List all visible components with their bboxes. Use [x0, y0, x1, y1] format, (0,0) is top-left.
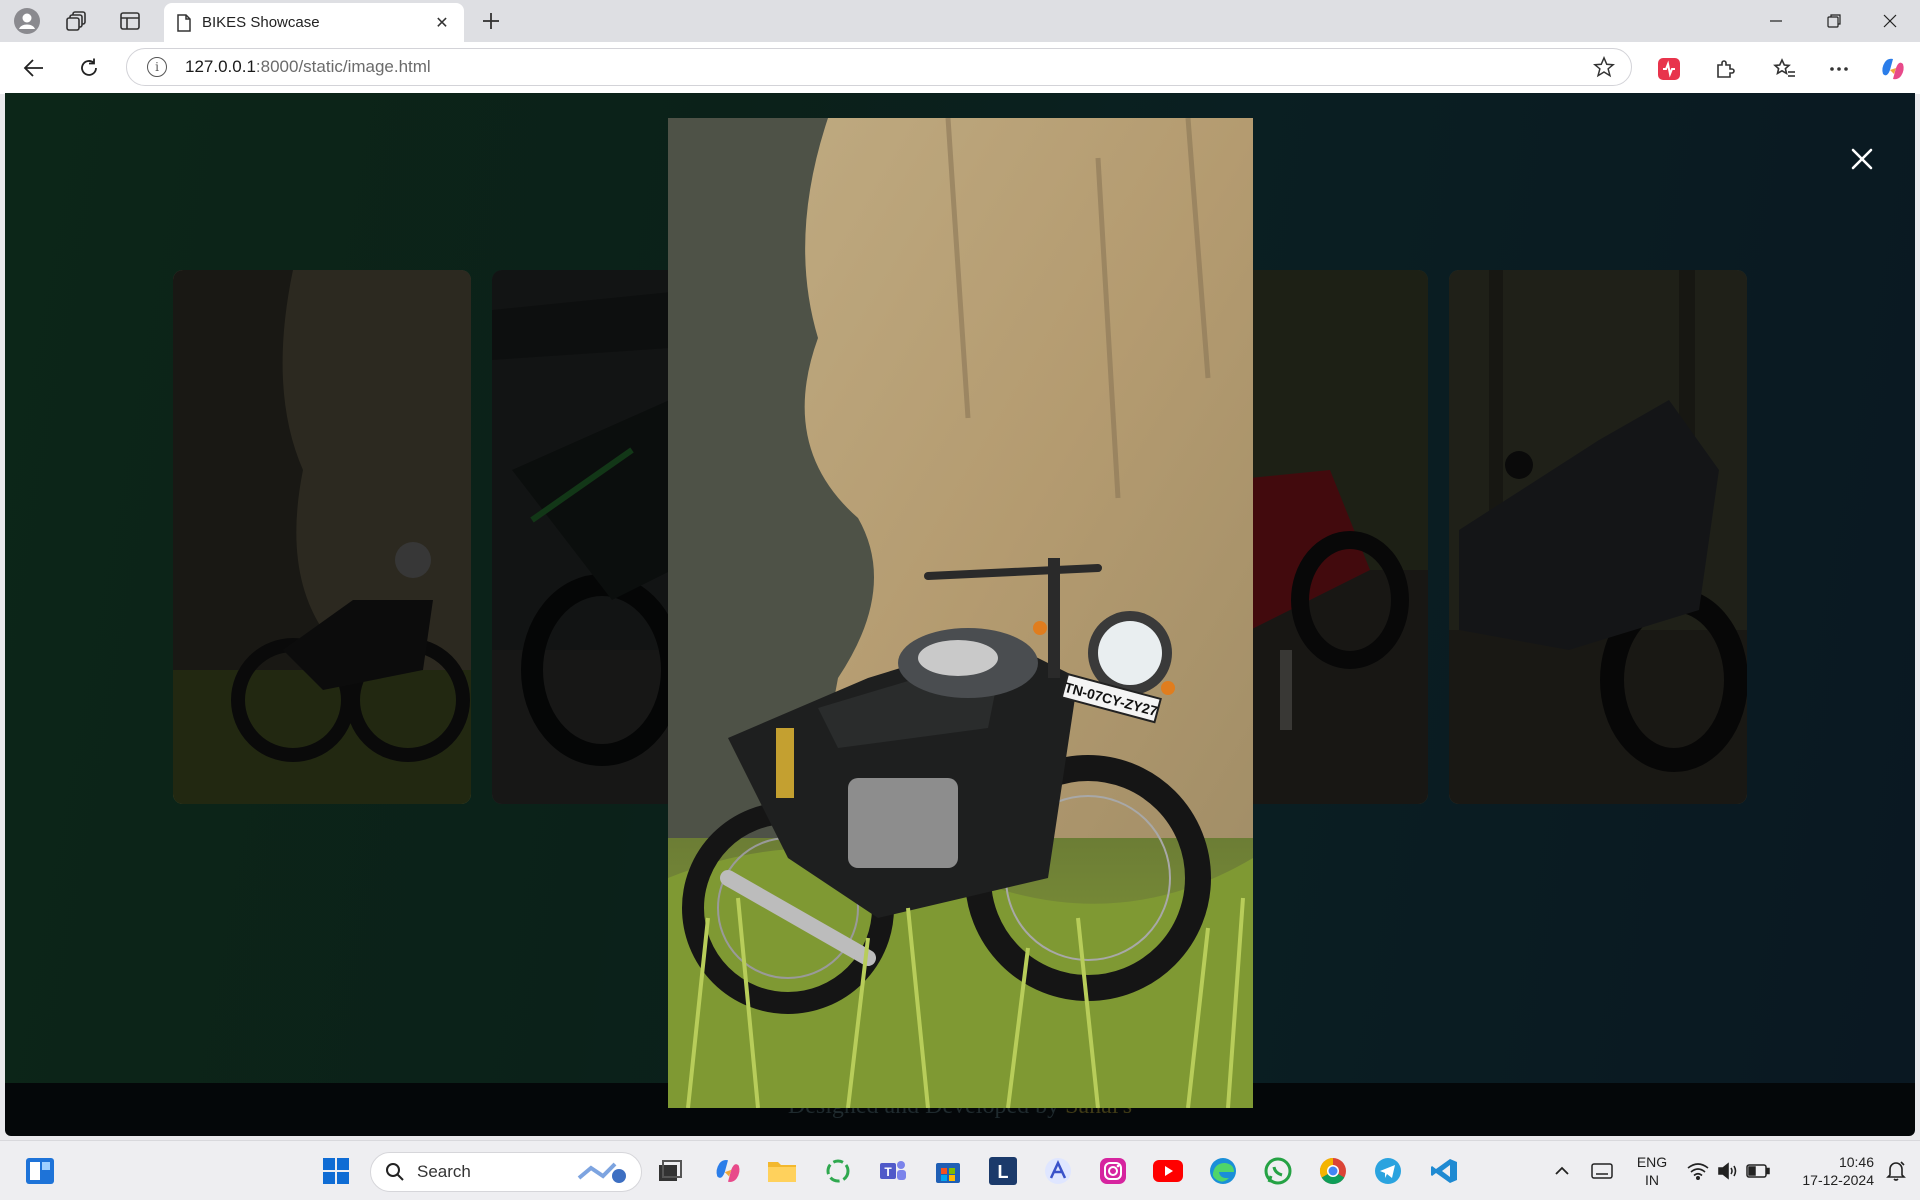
address-bar[interactable]: i 127.0.0.1:8000/static/image.html — [126, 48, 1632, 86]
close-icon[interactable] — [1842, 139, 1882, 179]
browser-tab-strip: BIKES Showcase ✕ — [0, 0, 1920, 42]
volume-icon[interactable] — [1712, 1155, 1744, 1187]
notification-bell-icon[interactable] — [1880, 1155, 1912, 1187]
close-window-icon[interactable] — [1862, 0, 1918, 42]
clock-date: 17-12-2024 — [1802, 1172, 1874, 1188]
extensions-icon[interactable] — [1710, 54, 1740, 84]
chrome-icon[interactable] — [1317, 1155, 1349, 1187]
refresh-icon[interactable] — [73, 52, 105, 84]
svg-text:L: L — [998, 1162, 1009, 1182]
vertical-tabs-icon[interactable] — [115, 6, 145, 36]
widgets-icon[interactable] — [24, 1155, 56, 1187]
url-path: :8000/static/image.html — [255, 57, 431, 76]
language-indicator[interactable]: ENG IN — [1630, 1153, 1674, 1189]
language-code: ENG — [1636, 1154, 1668, 1170]
extension-badge-icon[interactable] — [1654, 54, 1684, 84]
edge-icon[interactable] — [1207, 1155, 1239, 1187]
search-highlight-icon — [577, 1162, 626, 1183]
file-explorer-icon[interactable] — [766, 1155, 798, 1187]
vscode-icon[interactable] — [1428, 1155, 1460, 1187]
l-app-icon[interactable]: L — [987, 1155, 1019, 1187]
clock[interactable]: 10:46 17-12-2024 — [1778, 1153, 1874, 1189]
teams-icon[interactable]: T — [877, 1155, 909, 1187]
favorites-icon[interactable] — [1770, 54, 1800, 84]
youtube-icon[interactable] — [1152, 1155, 1184, 1187]
instagram-icon[interactable] — [1097, 1155, 1129, 1187]
tab-bikes-showcase[interactable]: BIKES Showcase ✕ — [164, 3, 464, 42]
whatsapp-icon[interactable] — [1262, 1155, 1294, 1187]
back-arrow-icon[interactable] — [18, 52, 50, 84]
url-host: 127.0.0.1 — [185, 57, 256, 76]
wifi-icon[interactable] — [1682, 1155, 1714, 1187]
more-menu-icon[interactable] — [1824, 54, 1854, 84]
copilot-app-icon[interactable] — [712, 1155, 744, 1187]
region-code: IN — [1645, 1172, 1659, 1188]
search-placeholder: Search — [417, 1162, 471, 1181]
battery-icon[interactable] — [1742, 1155, 1774, 1187]
clock-time: 10:46 — [1838, 1154, 1874, 1170]
lightbox-image: TN-07CY-ZY27 — [668, 118, 1253, 1108]
windows-taskbar: Search T L ENG IN 10:46 17-12-2024 — [0, 1140, 1920, 1200]
url-text: 127.0.0.1:8000/static/image.html — [185, 57, 431, 77]
page-icon — [177, 13, 191, 32]
site-info-icon[interactable]: i — [147, 57, 167, 77]
browser-toolbar: i 127.0.0.1:8000/static/image.html — [0, 42, 1920, 94]
minimize-icon[interactable] — [1748, 0, 1804, 42]
bike-card-1[interactable] — [173, 270, 471, 804]
telegram-icon[interactable] — [1372, 1155, 1404, 1187]
svg-text:T: T — [884, 1165, 892, 1179]
search-icon — [386, 1163, 404, 1181]
taskbar-search[interactable]: Search — [370, 1152, 642, 1192]
ai-app-icon[interactable] — [1042, 1155, 1074, 1187]
keyboard-icon[interactable] — [1586, 1155, 1618, 1187]
task-view-icon[interactable] — [654, 1155, 686, 1187]
tray-chevron-up-icon[interactable] — [1546, 1155, 1578, 1187]
bike-card-4[interactable] — [1449, 270, 1747, 804]
new-tab-icon[interactable] — [476, 6, 506, 36]
copilot-icon[interactable] — [1878, 54, 1908, 84]
lightbox-bike-photo: TN-07CY-ZY27 — [668, 118, 1253, 1108]
restore-icon[interactable] — [1806, 0, 1862, 42]
page-viewport: Designed and Developed by Sanal's — [5, 93, 1915, 1136]
tab-close-icon[interactable]: ✕ — [432, 13, 452, 33]
sync-app-icon[interactable] — [822, 1155, 854, 1187]
profile-icon[interactable] — [12, 6, 42, 36]
workspaces-icon[interactable] — [62, 6, 92, 36]
store-icon[interactable] — [932, 1155, 964, 1187]
start-icon[interactable] — [320, 1155, 352, 1187]
tab-title: BIKES Showcase — [202, 14, 320, 31]
favorite-star-icon[interactable] — [1592, 55, 1616, 78]
